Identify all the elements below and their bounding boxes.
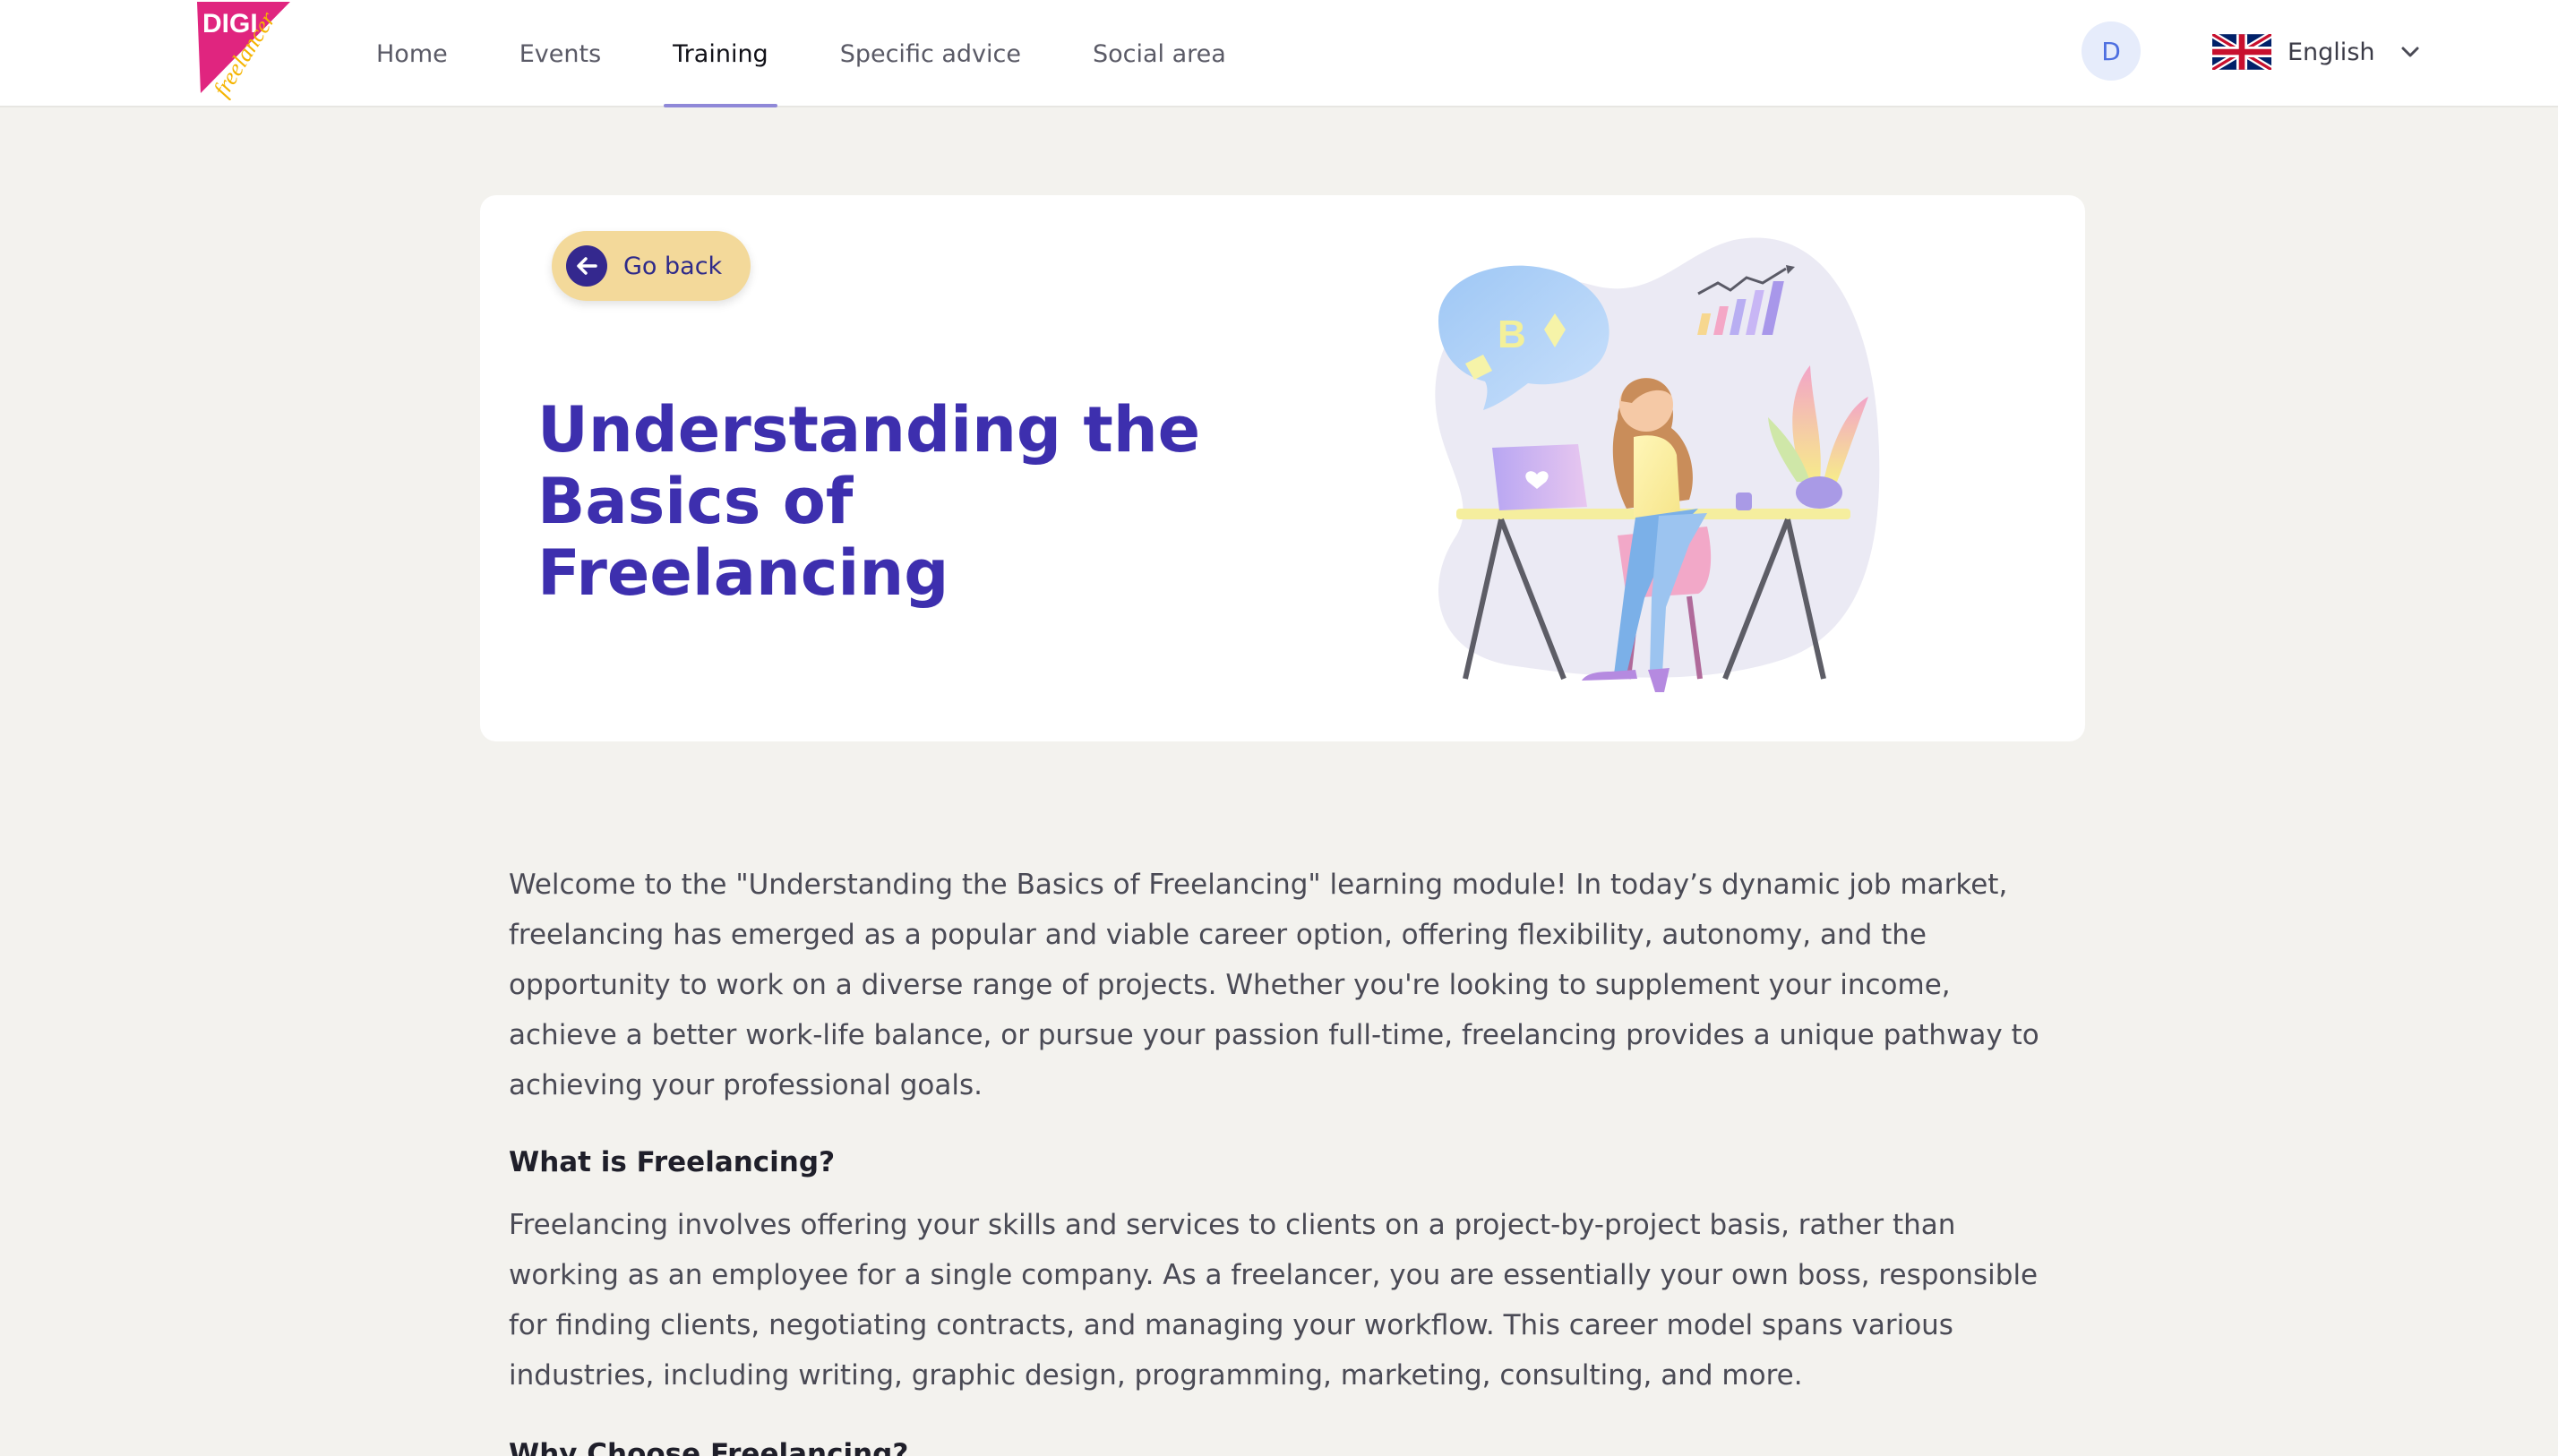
- nav-home[interactable]: Home: [340, 0, 484, 107]
- section-heading-why-choose-freelancing: Why Choose Freelancing?: [509, 1438, 909, 1456]
- language-label: English: [2288, 38, 2375, 66]
- nav-specific-advice-label: Specific advice: [839, 39, 1021, 68]
- freelancer-at-desk-illustration: B: [1435, 237, 1880, 692]
- go-back-button[interactable]: Go back: [552, 231, 751, 301]
- nav-social-area[interactable]: Social area: [1057, 0, 1262, 107]
- uk-flag-icon: [2212, 34, 2271, 70]
- section-body-what-is-freelancing: Freelancing involves offering your skill…: [509, 1209, 2039, 1392]
- digi-freelancer-logo[interactable]: DIGI freelancer: [195, 2, 292, 101]
- module-hero-card: Go back Understanding the Basics of Free…: [480, 195, 2085, 741]
- section-heading-what-is-freelancing: What is Freelancing?: [509, 1146, 836, 1178]
- arrow-left-icon: [566, 245, 607, 287]
- nav-home-label: Home: [376, 39, 448, 68]
- nav-training[interactable]: Training: [637, 0, 804, 107]
- module-article: Welcome to the "Understanding the Basics…: [509, 860, 2049, 1456]
- user-avatar[interactable]: D: [2082, 21, 2141, 81]
- nav-events[interactable]: Events: [484, 0, 637, 107]
- page-title: Understanding the Basics of Freelancing: [537, 394, 1218, 609]
- nav-events-label: Events: [519, 39, 602, 68]
- go-back-label: Go back: [623, 252, 723, 280]
- nav-specific-advice[interactable]: Specific advice: [804, 0, 1057, 107]
- language-selector[interactable]: English: [2212, 27, 2420, 77]
- main-nav: Home Events Training Specific advice Soc…: [340, 0, 1262, 107]
- page-title-line-1: Understanding the: [537, 393, 1201, 467]
- nav-social-area-label: Social area: [1093, 39, 1226, 68]
- chevron-down-icon: [2401, 47, 2418, 57]
- svg-text:B: B: [1498, 313, 1526, 356]
- nav-training-label: Training: [673, 39, 768, 68]
- top-navigation-bar: DIGI freelancer Home Events Training Spe…: [0, 0, 2558, 107]
- page-title-line-2: Basics of Freelancing: [537, 465, 949, 610]
- intro-paragraph: Welcome to the "Understanding the Basics…: [509, 869, 2039, 1101]
